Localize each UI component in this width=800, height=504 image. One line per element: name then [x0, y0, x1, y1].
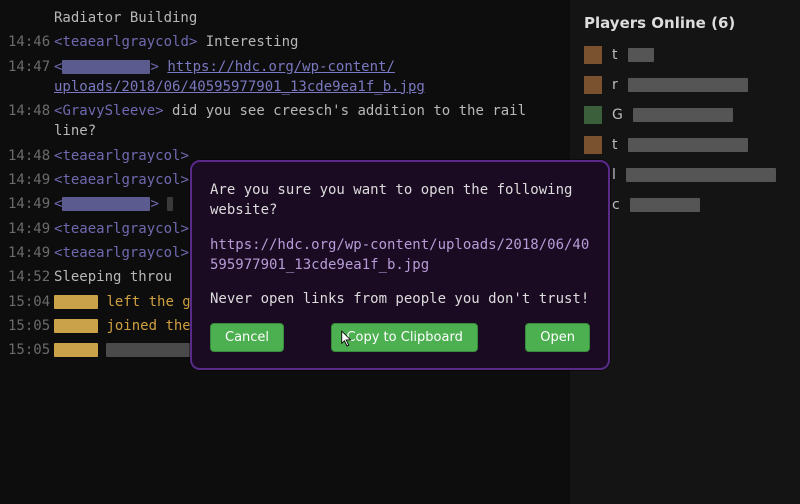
timestamp: 14:49: [8, 194, 54, 214]
sidebar-title: Players Online (6): [584, 14, 786, 32]
chat-row: 14:46<teaearlgraycold> Interesting: [8, 32, 562, 52]
timestamp: 15:05: [8, 316, 54, 336]
player-row[interactable]: t: [584, 136, 786, 154]
chat-text: Interesting: [206, 34, 299, 50]
timestamp: 14:49: [8, 170, 54, 190]
player-row[interactable]: l: [584, 166, 786, 184]
dialog-button-row: Cancel Copy to Clipboard Open: [210, 323, 590, 352]
chat-row: 14:48<GravySleeve> did you see creesch's…: [8, 101, 562, 142]
chat-row: 14:47<> https://hdc.org/wp-content/uploa…: [8, 57, 562, 98]
copy-button-label: Copy to Clipboard: [346, 330, 462, 345]
copy-to-clipboard-button[interactable]: Copy to Clipboard: [331, 323, 477, 352]
player-row[interactable]: r: [584, 76, 786, 94]
chat-body: <teaearlgraycold> Interesting: [54, 32, 562, 52]
nick: teaearlgraycol: [62, 245, 180, 261]
nick: teaearlgraycol: [62, 148, 180, 164]
avatar: [584, 136, 602, 154]
timestamp: 14:52: [8, 267, 54, 287]
chat-row: Radiator Building: [8, 8, 562, 28]
dialog-url: https://hdc.org/wp-content/uploads/2018/…: [210, 235, 590, 276]
censored-nick: [62, 197, 150, 211]
player-name: l: [612, 167, 616, 183]
timestamp: 14:46: [8, 32, 54, 52]
player-row[interactable]: G: [584, 106, 786, 124]
chat-body: <> https://hdc.org/wp-content/uploads/20…: [54, 57, 562, 98]
nick: teaearlgraycold: [62, 34, 188, 50]
chat-text: Radiator Building: [54, 10, 197, 26]
chat-text: Sleeping throu: [54, 269, 172, 285]
timestamp: 14:48: [8, 101, 54, 121]
nick: GravySleeve: [62, 103, 155, 119]
dialog-question: Are you sure you want to open the follow…: [210, 180, 590, 221]
censored-nick: [62, 60, 150, 74]
player-name: G: [612, 107, 623, 123]
player-row[interactable]: c: [584, 196, 786, 214]
avatar: [584, 46, 602, 64]
player-name: r: [612, 77, 618, 93]
timestamp: 14:49: [8, 219, 54, 239]
nick: teaearlgraycol: [62, 172, 180, 188]
avatar: [584, 106, 602, 124]
timestamp: 15:05: [8, 340, 54, 360]
open-link-dialog: Are you sure you want to open the follow…: [190, 160, 610, 370]
player-row[interactable]: t: [584, 46, 786, 64]
timestamp: 15:04: [8, 292, 54, 312]
player-name: t: [612, 137, 618, 153]
chat-body: <GravySleeve> did you see creesch's addi…: [54, 101, 562, 142]
timestamp: 14:49: [8, 243, 54, 263]
timestamp: 14:48: [8, 146, 54, 166]
player-name: c: [612, 197, 620, 213]
timestamp: 14:47: [8, 57, 54, 77]
avatar: [584, 76, 602, 94]
nick: teaearlgraycol: [62, 221, 180, 237]
player-list: trGtlc: [584, 46, 786, 214]
open-button[interactable]: Open: [525, 323, 590, 352]
dialog-warning: Never open links from people you don't t…: [210, 289, 590, 309]
player-name: t: [612, 47, 618, 63]
chat-body: Radiator Building: [54, 8, 562, 28]
cancel-button[interactable]: Cancel: [210, 323, 284, 352]
